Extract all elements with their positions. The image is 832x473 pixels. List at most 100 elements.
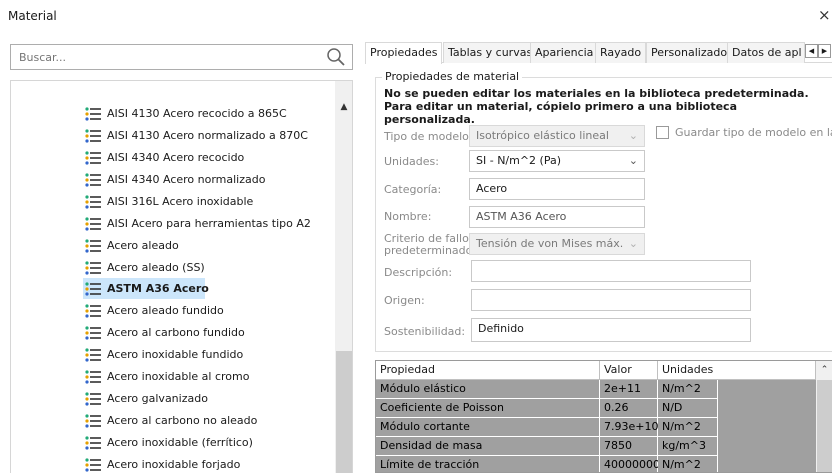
material-list-icon xyxy=(85,435,101,450)
units-value: SI - N/m^2 (Pa) xyxy=(476,154,562,167)
tree-item-label: Acero inoxidable al cromo xyxy=(107,370,250,383)
tree-item-label: AISI 4130 Acero normalizado a 870C xyxy=(107,129,308,142)
scroll-up-icon[interactable]: ▲ xyxy=(335,99,352,115)
model-type-select: Isotrópico elástico lineal ⌄ xyxy=(469,125,645,147)
cell-value[interactable]: 0.26 xyxy=(600,399,658,418)
tree-item[interactable]: Acero inoxidable forjado xyxy=(83,454,345,473)
tree-item[interactable]: Acero al carbono no aleado xyxy=(83,410,345,431)
tree-item-label: ASTM A36 Acero xyxy=(107,282,209,295)
tree-item[interactable]: Acero inoxidable al cromo xyxy=(83,366,345,387)
chevron-down-icon: ⌄ xyxy=(628,154,638,167)
tab-bar: Propiedades Tablas y curvas Apariencia R… xyxy=(365,42,832,64)
tree-item[interactable]: AISI 316L Acero inoxidable xyxy=(83,191,345,212)
save-model-type-checkbox[interactable] xyxy=(656,126,669,139)
sustainability-field[interactable]: Definido xyxy=(471,318,751,342)
material-tree: AISI 4130 Acero recocido a 865C AISI 413… xyxy=(10,80,353,473)
close-icon[interactable]: × xyxy=(818,6,831,24)
material-list-icon xyxy=(85,303,101,318)
table-row[interactable]: Densidad de masa 7850 kg/m^3 xyxy=(376,437,821,456)
tree-item[interactable]: Acero inoxidable (ferrítico) xyxy=(83,432,345,453)
material-list-icon xyxy=(85,325,101,340)
tab-apariencia[interactable]: Apariencia xyxy=(530,42,599,63)
tree-item[interactable]: Acero inoxidable fundido xyxy=(83,344,345,365)
search-box xyxy=(10,44,353,70)
model-type-value: Isotrópico elástico lineal xyxy=(476,129,609,142)
material-list-icon xyxy=(85,216,101,231)
table-row[interactable]: Coeficiente de Poisson 0.26 N/D xyxy=(376,399,821,418)
name-field[interactable]: ASTM A36 Acero xyxy=(469,206,645,228)
cell-units: N/m^2 xyxy=(658,380,718,399)
units-label: Unidades: xyxy=(384,155,439,168)
chevron-down-icon: ⌄ xyxy=(628,129,638,142)
tree-item-label: AISI 4340 Acero recocido xyxy=(107,151,245,164)
scroll-thumb[interactable] xyxy=(336,351,352,473)
tab-personalizado[interactable]: Personalizado xyxy=(646,42,733,63)
tree-item[interactable]: Acero al carbono fundido xyxy=(83,322,345,343)
cell-value[interactable]: 400000000 xyxy=(600,456,667,472)
material-list-icon xyxy=(85,457,101,472)
failure-criterion-value: Tensión de von Mises máx. xyxy=(476,237,624,250)
sustainability-label: Sostenibilidad: xyxy=(384,325,466,338)
material-list-icon xyxy=(85,347,101,362)
table-scrollbar[interactable]: ⌃ xyxy=(816,361,832,472)
failure-criterion-select: Tensión de von Mises máx. ⌄ xyxy=(469,233,645,255)
units-select[interactable]: SI - N/m^2 (Pa) ⌄ xyxy=(469,150,645,172)
tree-item[interactable]: AISI 4340 Acero recocido xyxy=(83,147,345,168)
tab-scroll-left-icon[interactable]: ◀ xyxy=(805,44,818,58)
cell-value[interactable]: 2e+11 xyxy=(600,380,658,399)
tab-rayado[interactable]: Rayado xyxy=(595,42,647,63)
description-field[interactable] xyxy=(471,260,751,282)
tree-item-label: Acero inoxidable forjado xyxy=(107,458,241,471)
material-list-icon xyxy=(85,260,101,275)
tree-item[interactable]: AISI 4340 Acero normalizado xyxy=(83,169,345,190)
chevron-down-icon: ⌄ xyxy=(628,237,638,250)
tree-item-label: Acero aleado (SS) xyxy=(107,261,205,274)
save-model-type-label: Guardar tipo de modelo en la bi xyxy=(675,126,832,139)
header-valor[interactable]: Valor xyxy=(600,361,658,380)
cell-property: Módulo elástico xyxy=(376,380,600,399)
cell-value[interactable]: 7850 xyxy=(600,437,658,456)
tree-item[interactable]: AISI 4130 Acero normalizado a 870C xyxy=(83,125,345,146)
tree-item-label: Acero inoxidable (ferrítico) xyxy=(107,436,253,449)
cell-units: N/D xyxy=(658,399,718,418)
header-propiedad[interactable]: Propiedad xyxy=(376,361,600,380)
tree-item[interactable]: Acero aleado (SS) xyxy=(83,257,345,278)
tree-item-label: AISI 4130 Acero recocido a 865C xyxy=(107,107,287,120)
model-type-label: Tipo de modelo: xyxy=(384,130,473,143)
tree-item[interactable]: AISI 4130 Acero recocido a 865C xyxy=(83,103,345,124)
tree-scrollbar[interactable]: ▲ xyxy=(335,81,352,473)
search-input[interactable] xyxy=(11,45,311,69)
tree-item-label: Acero aleado xyxy=(107,239,179,252)
tree-item[interactable]: Acero galvanizado xyxy=(83,388,345,409)
header-unidades[interactable]: Unidades xyxy=(658,361,816,380)
table-row[interactable]: Módulo cortante 7.93e+10 N/m^2 xyxy=(376,418,821,437)
tab-scroll-right-icon[interactable]: ▶ xyxy=(818,44,831,58)
scroll-up-icon[interactable]: ⌃ xyxy=(816,362,832,378)
material-list-icon xyxy=(85,369,101,384)
tab-propiedades[interactable]: Propiedades xyxy=(365,42,443,64)
origin-field[interactable] xyxy=(471,289,751,311)
tab-datos-aplicacion[interactable]: Datos de apl xyxy=(727,42,805,63)
tree-item[interactable]: AISI Acero para herramientas tipo A2 xyxy=(83,213,345,234)
category-field[interactable]: Acero xyxy=(469,178,645,200)
cell-value[interactable]: 7.93e+10 xyxy=(600,418,658,437)
material-list-icon xyxy=(85,281,101,296)
scroll-thumb[interactable] xyxy=(817,380,832,472)
tree-item[interactable]: Acero aleado fundido xyxy=(83,300,345,321)
origin-label: Origen: xyxy=(384,294,425,307)
material-list-icon xyxy=(85,106,101,121)
table-row[interactable]: Módulo elástico 2e+11 N/m^2 xyxy=(376,380,821,399)
tree-item-label: Acero aleado fundido xyxy=(107,304,224,317)
tab-tablas-curvas[interactable]: Tablas y curvas xyxy=(443,42,538,63)
tree-item-label: Acero galvanizado xyxy=(107,392,208,405)
tree-item-selected[interactable]: ASTM A36 Acero xyxy=(83,278,209,299)
table-row[interactable]: Límite de tracción 400000000 N/m^2 xyxy=(376,456,821,472)
tree-item-label: AISI 4340 Acero normalizado xyxy=(107,173,266,186)
readonly-notice: No se pueden editar los materiales en la… xyxy=(384,87,809,126)
material-list-icon xyxy=(85,238,101,253)
material-list-icon xyxy=(85,128,101,143)
cell-units: kg/m^3 xyxy=(658,437,718,456)
tree-item[interactable]: Acero aleado xyxy=(83,235,345,256)
properties-table: Propiedad Valor Unidades Módulo elástico… xyxy=(375,360,832,473)
search-icon[interactable] xyxy=(326,47,346,67)
